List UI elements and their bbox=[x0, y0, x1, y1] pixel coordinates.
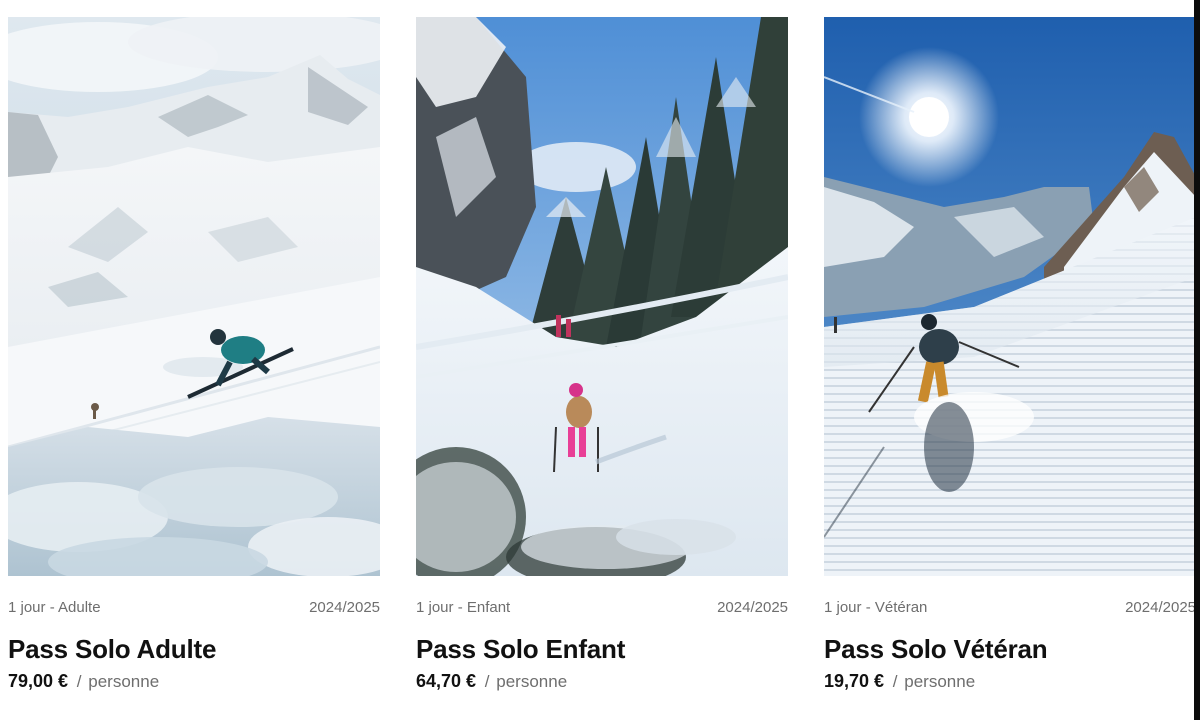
product-meta: 1 jour - Adulte 2024/2025 bbox=[8, 599, 380, 616]
price-unit: personne bbox=[904, 672, 976, 691]
product-title[interactable]: Pass Solo Vétéran bbox=[824, 634, 1196, 665]
product-photo-enfant[interactable] bbox=[416, 17, 788, 576]
ski-photo-adult-carving bbox=[8, 17, 380, 576]
product-season: 2024/2025 bbox=[1125, 599, 1196, 616]
product-season: 2024/2025 bbox=[717, 599, 788, 616]
product-meta: 1 jour - Vétéran 2024/2025 bbox=[824, 599, 1196, 616]
product-season: 2024/2025 bbox=[309, 599, 380, 616]
product-title[interactable]: Pass Solo Enfant bbox=[416, 634, 788, 665]
price-unit: personne bbox=[88, 672, 160, 691]
product-title[interactable]: Pass Solo Adulte bbox=[8, 634, 380, 665]
price-unit-separator: / bbox=[892, 672, 898, 691]
product-grid: 1 jour - Adulte 2024/2025 Pass Solo Adul… bbox=[8, 17, 1196, 692]
product-card-enfant[interactable]: 1 jour - Enfant 2024/2025 Pass Solo Enfa… bbox=[416, 17, 788, 692]
product-photo-veteran[interactable] bbox=[824, 17, 1196, 576]
product-price-line: 64,70 € / personne bbox=[416, 671, 788, 692]
product-price: 79,00 € bbox=[8, 671, 69, 691]
price-unit: personne bbox=[496, 672, 568, 691]
product-photo-adulte[interactable] bbox=[8, 17, 380, 576]
product-price-line: 79,00 € / personne bbox=[8, 671, 380, 692]
product-category: 1 jour - Adulte bbox=[8, 599, 101, 616]
ski-photo-veteran-groomed-slope bbox=[824, 17, 1196, 576]
ski-photo-child-forest-trail bbox=[416, 17, 788, 576]
product-price-line: 19,70 € / personne bbox=[824, 671, 1196, 692]
product-price: 19,70 € bbox=[824, 671, 885, 691]
price-unit-separator: / bbox=[76, 672, 82, 691]
product-meta: 1 jour - Enfant 2024/2025 bbox=[416, 599, 788, 616]
window-edge bbox=[1194, 0, 1200, 720]
product-category: 1 jour - Vétéran bbox=[824, 599, 928, 616]
product-card-adulte[interactable]: 1 jour - Adulte 2024/2025 Pass Solo Adul… bbox=[8, 17, 380, 692]
product-price: 64,70 € bbox=[416, 671, 477, 691]
price-unit-separator: / bbox=[484, 672, 490, 691]
product-card-veteran[interactable]: 1 jour - Vétéran 2024/2025 Pass Solo Vét… bbox=[824, 17, 1196, 692]
product-category: 1 jour - Enfant bbox=[416, 599, 511, 616]
